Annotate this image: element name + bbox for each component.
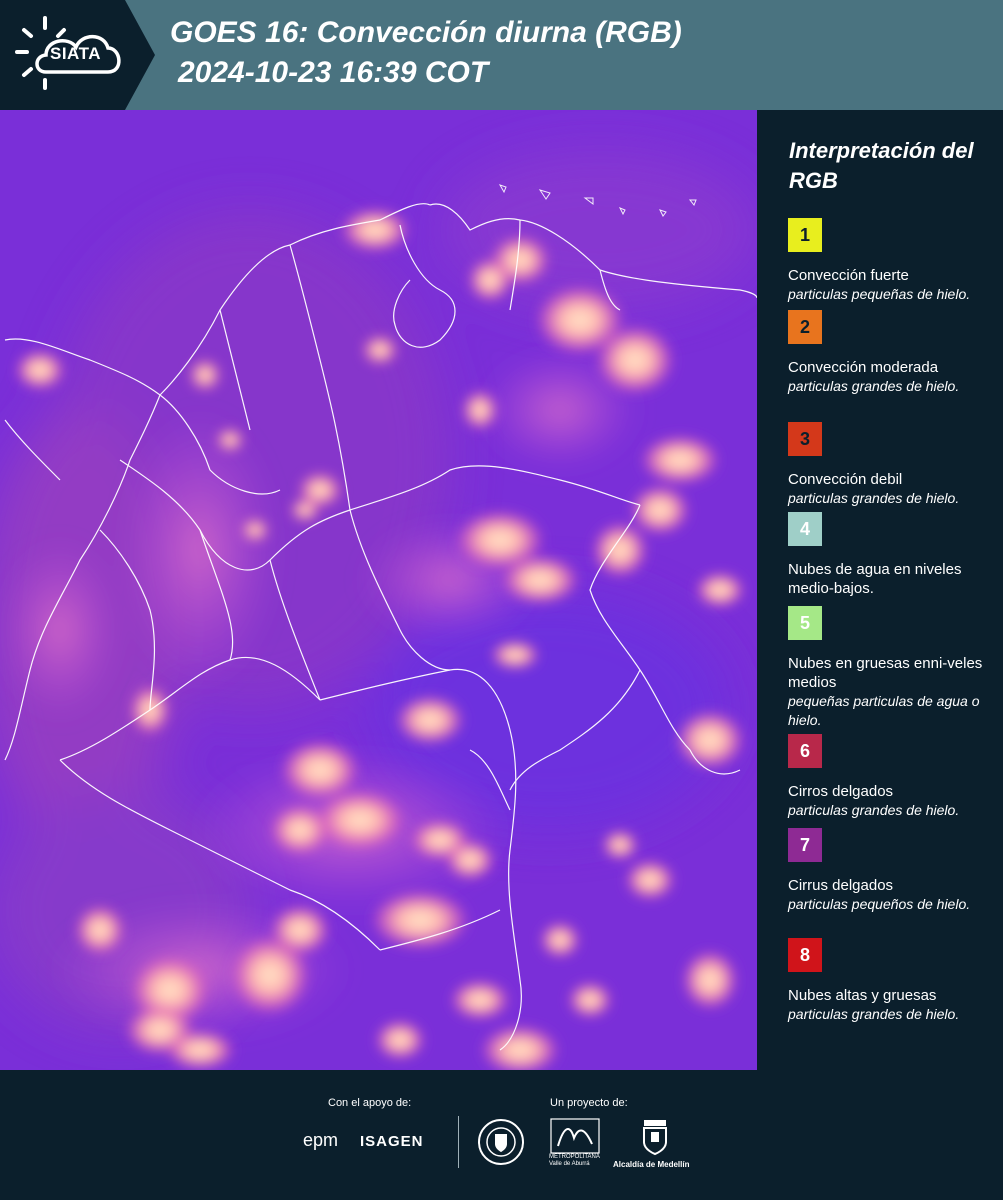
footer: Con el apoyo de: Un proyecto de: epm ISA…: [0, 1070, 1003, 1200]
legend-swatch-6: 6: [788, 734, 822, 768]
area-metropolitana-text: METROPOLITANA Valle de Aburrá: [549, 1154, 600, 1167]
legend-label: Cirrus delgados: [788, 877, 894, 894]
alcaldia-medellin-crest-icon: [643, 1120, 667, 1156]
legend-number: 2: [799, 316, 810, 337]
legend-sub: pequeñas particulas de agua o hielo.: [788, 693, 980, 728]
legend-item-7: 7 Cirrus delgados particulas pequeños de…: [788, 828, 998, 914]
legend-number: 6: [799, 740, 810, 761]
legend-item-4: 4 Nubes de agua en niveles medio-bajos.: [788, 512, 998, 598]
legend-swatch-3: 3: [788, 422, 822, 456]
legend-item-8: 8 Nubes altas y gruesas particulas grand…: [788, 938, 998, 1024]
alcaldia-medellin-text: Alcaldía de Medellín: [613, 1160, 690, 1169]
legend-item-5: 5 Nubes en gruesas enni-veles medios peq…: [788, 606, 998, 730]
medellin-seal-icon: [478, 1119, 524, 1165]
legend-title: Interpretación del RGB: [789, 138, 974, 193]
legend-number: 8: [799, 944, 810, 965]
satellite-rgb-image: [0, 110, 757, 1070]
legend-label: Nubes de agua en niveles medio-bajos.: [788, 561, 962, 597]
legend-swatch-5: 5: [788, 606, 822, 640]
legend-swatch-1: 1: [788, 218, 822, 252]
legend-swatch-4: 4: [788, 512, 822, 546]
legend-number: 7: [799, 834, 810, 855]
legend-label: Nubes altas y gruesas: [788, 987, 937, 1004]
legend-item-1: 1 Convección fuerte particulas pequeñas …: [788, 218, 998, 304]
legend-item-2: 2 Convección moderada particulas grandes…: [788, 310, 998, 396]
legend-sub: particulas grandes de hielo.: [788, 802, 960, 818]
logo-text: SIATA: [50, 44, 101, 63]
epm-logo: epm: [303, 1130, 339, 1150]
legend-panel: Interpretación del RGB 1 Convección fuer…: [760, 110, 1003, 1070]
legend-number: 4: [799, 518, 810, 539]
header-bar: SIATA GOES 16: Convección diurna (RGB) 2…: [0, 0, 1003, 110]
support-label: Con el apoyo de:: [328, 1097, 412, 1109]
legend-sub: particulas grandes de hielo.: [788, 378, 960, 394]
legend-sub: particulas grandes de hielo.: [788, 490, 960, 506]
page-timestamp: 2024-10-23 16:39 COT: [178, 56, 489, 89]
legend-number: 3: [799, 428, 810, 449]
legend-sub: particulas pequeñas de hielo.: [788, 286, 971, 302]
legend-number: 5: [799, 612, 810, 633]
isagen-logo: ISAGEN: [360, 1133, 424, 1150]
legend-item-6: 6 Cirros delgados particulas grandes de …: [788, 734, 998, 820]
project-label: Un proyecto de:: [550, 1097, 628, 1109]
legend-label: Convección debil: [788, 471, 903, 488]
legend-swatch-8: 8: [788, 938, 822, 972]
satellite-map: [0, 110, 760, 1070]
legend-label: Convección fuerte: [788, 267, 909, 284]
footer-divider: [458, 1116, 459, 1168]
legend-item-3: 3 Convección debil particulas grandes de…: [788, 422, 998, 508]
legend-sub: particulas grandes de hielo.: [788, 1006, 960, 1022]
legend-swatch-2: 2: [788, 310, 822, 344]
legend-number: 1: [799, 224, 810, 245]
legend-sub: particulas pequeños de hielo.: [788, 896, 971, 912]
legend-swatch-7: 7: [788, 828, 822, 862]
siata-logo: SIATA: [0, 0, 160, 110]
legend-label: Nubes en gruesas enni-veles medios: [788, 655, 983, 691]
legend-label: Convección moderada: [788, 359, 939, 376]
legend-label: Cirros delgados: [788, 783, 894, 800]
page-title: GOES 16: Convección diurna (RGB): [170, 16, 682, 49]
